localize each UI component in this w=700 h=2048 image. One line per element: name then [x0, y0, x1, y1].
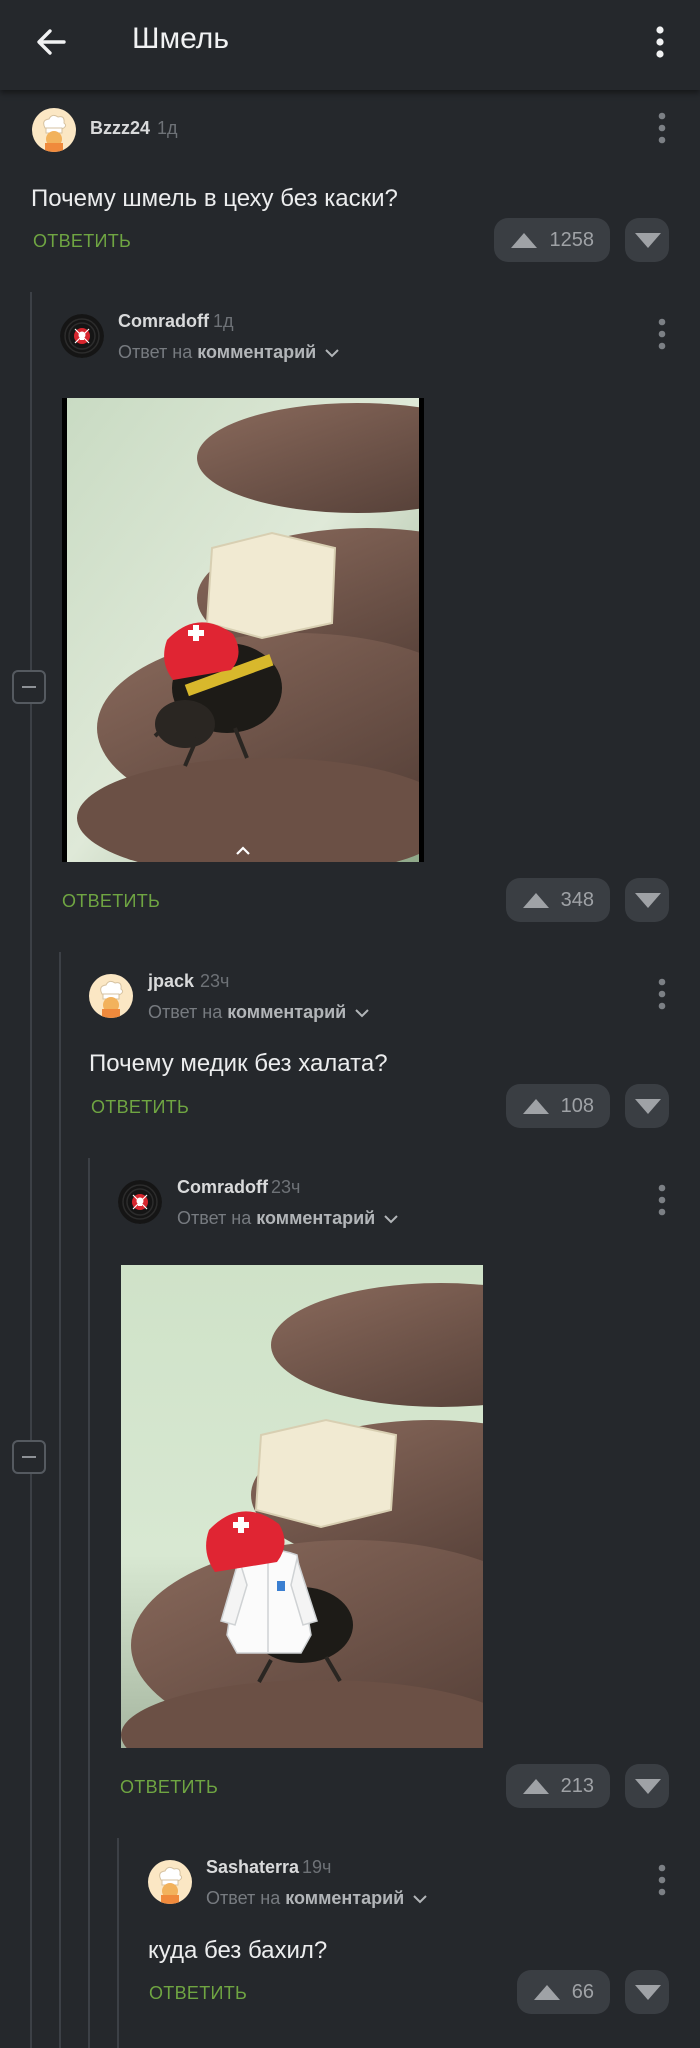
downvote-button[interactable] — [625, 218, 669, 262]
downvote-button[interactable] — [625, 1084, 669, 1128]
comment-author[interactable]: Bzzz24 — [90, 118, 150, 139]
upvote-button[interactable]: 1258 — [494, 218, 610, 262]
vote-count: 1258 — [549, 229, 595, 251]
arrow-up-icon — [522, 1777, 550, 1795]
reply-button[interactable]: ОТВЕТИТЬ — [91, 1097, 189, 1118]
reply-to-link[interactable]: Ответ на комментарий — [206, 1888, 427, 1909]
comment-author[interactable]: Comradoff — [118, 311, 209, 332]
chef-avatar[interactable] — [148, 1860, 192, 1904]
chevron-down-icon — [325, 349, 339, 358]
comment-time: 1д — [157, 118, 178, 138]
comment-author[interactable]: Comradoff — [177, 1177, 268, 1198]
thread-line-level-4[interactable] — [117, 1838, 119, 2048]
upvote-button[interactable]: 348 — [506, 878, 610, 922]
chevron-down-icon — [355, 1009, 369, 1018]
arrow-down-icon — [634, 1098, 662, 1116]
reply-to-link[interactable]: Ответ на комментарий — [177, 1208, 398, 1229]
reply-button[interactable]: ОТВЕТИТЬ — [120, 1777, 218, 1798]
comment-author[interactable]: Sashaterra — [206, 1857, 299, 1878]
reply-button[interactable]: ОТВЕТИТЬ — [33, 231, 131, 252]
comment-time: 19ч — [302, 1857, 332, 1877]
vinyl-skull-avatar[interactable] — [118, 1180, 162, 1224]
reply-prefix: Ответ на — [118, 342, 193, 362]
arrow-left-icon[interactable] — [30, 20, 74, 64]
reply-prefix: Ответ на — [206, 1888, 281, 1908]
vote-count: 108 — [560, 1095, 594, 1117]
reply-button[interactable]: ОТВЕТИТЬ — [62, 891, 160, 912]
arrow-down-icon — [634, 892, 662, 910]
downvote-button[interactable] — [625, 1764, 669, 1808]
upvote-button[interactable]: 213 — [506, 1764, 610, 1808]
reply-prefix: Ответ на — [148, 1002, 223, 1022]
reply-target: комментарий — [197, 342, 317, 362]
more-vertical-icon[interactable] — [652, 314, 672, 354]
vinyl-skull-avatar[interactable] — [60, 314, 104, 358]
collapse-thread-button[interactable] — [12, 670, 46, 704]
reply-button[interactable]: ОТВЕТИТЬ — [149, 1983, 247, 2004]
comment-text: Почему шмель в цеху без каски? — [31, 185, 398, 212]
reply-to-link[interactable]: Ответ на комментарий — [118, 342, 339, 363]
comment-time: 1д — [213, 311, 234, 331]
downvote-button[interactable] — [625, 878, 669, 922]
arrow-up-icon — [510, 231, 538, 249]
bumblebee-with-helmet-and-lab-coat — [121, 1265, 483, 1748]
more-vertical-icon[interactable] — [652, 1180, 672, 1220]
vote-count: 213 — [560, 1775, 594, 1797]
more-vertical-icon[interactable] — [652, 108, 672, 148]
upvote-button[interactable]: 66 — [517, 1970, 610, 2014]
comment-image[interactable] — [121, 1265, 483, 1748]
thread-line-level-3[interactable] — [88, 1158, 90, 2048]
arrow-up-icon — [533, 1983, 561, 2001]
vote-count: 66 — [571, 1981, 594, 2003]
arrow-down-icon — [634, 232, 662, 250]
comment-text: Почему медик без халата? — [89, 1050, 388, 1077]
thread-line-level-1[interactable] — [30, 292, 32, 2048]
thread-line-level-2[interactable] — [59, 952, 61, 2048]
bumblebee-with-helmet-on-finger — [67, 398, 419, 862]
more-vertical-icon[interactable] — [652, 1860, 672, 1900]
comment-time: 23ч — [200, 971, 230, 991]
more-vertical-icon[interactable] — [652, 974, 672, 1014]
chevron-down-icon — [413, 1895, 427, 1904]
reply-target: комментарий — [285, 1888, 405, 1908]
chef-avatar[interactable] — [32, 108, 76, 152]
arrow-down-icon — [634, 1984, 662, 2002]
chevron-up-icon[interactable] — [235, 846, 251, 856]
vote-count: 348 — [560, 889, 594, 911]
reply-target: комментарий — [256, 1208, 376, 1228]
arrow-up-icon — [522, 891, 550, 909]
reply-target: комментарий — [227, 1002, 347, 1022]
comment-time: 23ч — [271, 1177, 301, 1197]
arrow-down-icon — [634, 1778, 662, 1796]
more-vertical-icon[interactable] — [648, 20, 672, 64]
upvote-button[interactable]: 108 — [506, 1084, 610, 1128]
app-bar: Шмель — [0, 0, 700, 90]
arrow-up-icon — [522, 1097, 550, 1115]
downvote-button[interactable] — [625, 1970, 669, 2014]
chef-avatar[interactable] — [89, 974, 133, 1018]
reply-to-link[interactable]: Ответ на комментарий — [148, 1002, 369, 1023]
page-title: Шмель — [132, 22, 229, 55]
comment-author[interactable]: jpack — [148, 971, 194, 992]
collapse-thread-button[interactable] — [12, 1440, 46, 1474]
reply-prefix: Ответ на — [177, 1208, 252, 1228]
comment-image[interactable] — [62, 398, 424, 862]
comment-text: куда без бахил? — [148, 1937, 328, 1964]
chevron-down-icon — [384, 1215, 398, 1224]
